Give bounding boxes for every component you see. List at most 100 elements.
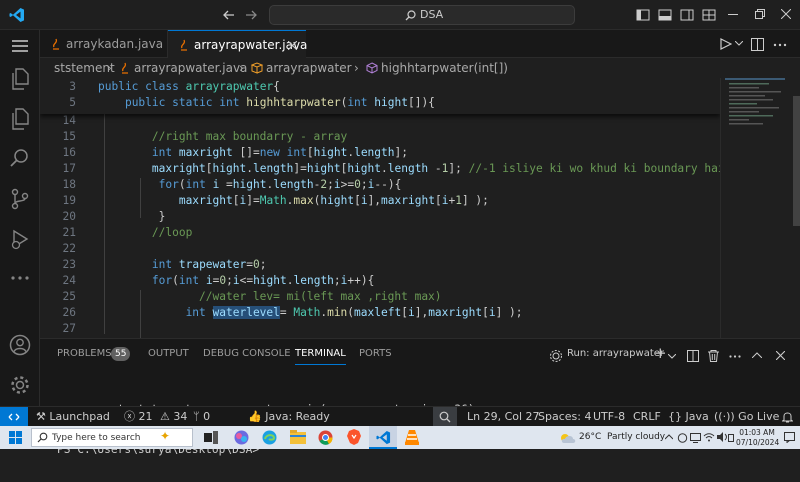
more-actions-icon[interactable] bbox=[773, 43, 787, 47]
panel-more-icon[interactable] bbox=[729, 355, 741, 358]
code-line[interactable]: //water lev= mi(left max ,right max) bbox=[98, 290, 441, 303]
indent-guide bbox=[140, 178, 141, 218]
close-panel-icon[interactable] bbox=[776, 351, 785, 360]
brave-browser-icon[interactable] bbox=[347, 429, 361, 445]
run-java-icon[interactable] bbox=[720, 38, 732, 50]
task-view-icon[interactable] bbox=[204, 431, 218, 444]
breadcrumb-folder[interactable]: ststement bbox=[54, 58, 115, 78]
manage-gear-icon[interactable] bbox=[9, 374, 31, 396]
code-line[interactable]: for(int i=0;i<=hight.length;i++){ bbox=[98, 274, 374, 287]
terminal-options-chevron-icon[interactable] bbox=[668, 354, 676, 360]
minimize-window-icon[interactable] bbox=[728, 14, 738, 16]
copilot-app-icon[interactable] bbox=[234, 430, 249, 445]
clock-date[interactable]: 07/10/2024 bbox=[736, 438, 779, 447]
explorer-icon[interactable] bbox=[10, 68, 30, 90]
back-arrow-icon[interactable] bbox=[222, 8, 236, 22]
remote-icon bbox=[8, 412, 20, 422]
onedrive-icon[interactable] bbox=[677, 433, 688, 443]
code-line[interactable]: int trapewater=0; bbox=[98, 258, 267, 271]
weather-label[interactable]: 26°C Partly cloudy bbox=[579, 432, 665, 442]
go-live-item[interactable]: ((·)) Go Live bbox=[714, 407, 779, 427]
minimap[interactable] bbox=[720, 78, 800, 338]
close-tab-icon[interactable] bbox=[288, 41, 297, 50]
tab-terminal[interactable]: TERMINAL bbox=[295, 339, 346, 365]
forward-arrow-icon[interactable] bbox=[244, 8, 258, 22]
maximize-panel-chevron-icon[interactable] bbox=[752, 352, 762, 358]
broadcast-icon: ᛘ bbox=[193, 410, 200, 423]
indentation[interactable]: Spaces: 4 bbox=[538, 407, 591, 427]
java-status-item[interactable]: 👍 Java: Ready bbox=[248, 407, 330, 427]
breadcrumb-file[interactable]: arrayrapwater.java bbox=[134, 58, 247, 78]
code-line[interactable]: maxright[i]=Math.max(hight[i],maxright[i… bbox=[98, 194, 489, 207]
windows-start-icon[interactable] bbox=[9, 431, 22, 444]
vlc-player-icon[interactable] bbox=[405, 430, 419, 445]
problems-status-item[interactable]: ⓧ 21 ⚠ 34 bbox=[124, 407, 187, 427]
run-options-chevron-icon[interactable] bbox=[735, 41, 743, 47]
code-line[interactable]: //loop bbox=[98, 226, 192, 239]
new-terminal-icon[interactable]: + bbox=[654, 344, 667, 362]
toggle-panel-icon[interactable] bbox=[658, 8, 672, 22]
breadcrumb-class[interactable]: arrayrapwater bbox=[266, 58, 352, 78]
file-explorer-icon[interactable] bbox=[290, 430, 306, 444]
notifications-bell-icon[interactable] bbox=[782, 411, 793, 423]
line-number: 15 bbox=[62, 130, 76, 143]
zoom-search-item[interactable] bbox=[433, 407, 457, 427]
battery-icon[interactable] bbox=[728, 434, 734, 442]
tab-label: arraykadan.java bbox=[66, 37, 164, 51]
tab-arraykadan[interactable]: arraykadan.java bbox=[40, 30, 168, 58]
notification-center-icon[interactable] bbox=[784, 432, 795, 443]
toggle-primary-sidebar-icon[interactable] bbox=[636, 8, 650, 22]
editor-tabs: arraykadan.java arrayrapwater.java bbox=[40, 30, 800, 59]
rocket-icon: ⚒ bbox=[36, 410, 46, 423]
vscode-taskbar-item[interactable] bbox=[369, 426, 397, 449]
encoding[interactable]: UTF-8 bbox=[593, 407, 625, 427]
menu-icon[interactable] bbox=[12, 39, 28, 53]
info-status-item[interactable]: ᛘ 0 bbox=[193, 407, 210, 427]
run-terminal-label[interactable]: Run: arrayrapwater bbox=[567, 348, 664, 359]
code-line[interactable]: int waterlevel= Math.min(maxleft[i],maxr… bbox=[98, 306, 523, 319]
vscode-logo-icon[interactable] bbox=[9, 7, 25, 23]
close-window-icon[interactable] bbox=[781, 9, 791, 19]
weather-cloud-icon bbox=[560, 432, 576, 443]
kill-terminal-trash-icon[interactable] bbox=[708, 350, 719, 362]
split-terminal-icon[interactable] bbox=[687, 350, 699, 362]
taskbar-search-box[interactable]: Type here to search ✦ bbox=[31, 428, 193, 447]
language-mode[interactable]: {} Java bbox=[668, 407, 709, 427]
show-hidden-icons-chevron-icon[interactable] bbox=[665, 434, 673, 440]
accounts-icon[interactable] bbox=[9, 334, 31, 356]
breadcrumb-method[interactable]: highhtarpwater(int[]) bbox=[381, 58, 508, 78]
warning-count: 34 bbox=[173, 410, 188, 423]
tab-ports[interactable]: PORTS bbox=[359, 339, 392, 369]
remote-indicator[interactable] bbox=[0, 407, 28, 427]
chrome-browser-icon[interactable] bbox=[318, 430, 333, 445]
network-icon[interactable] bbox=[690, 433, 701, 443]
more-views-icon[interactable] bbox=[10, 275, 30, 281]
wifi-icon[interactable] bbox=[703, 432, 715, 442]
code-line[interactable]: //right max boundarry - array bbox=[98, 130, 347, 143]
tab-debug-console[interactable]: DEBUG CONSOLE bbox=[203, 339, 291, 369]
tab-problems[interactable]: PROBLEMS bbox=[57, 339, 112, 369]
split-editor-icon[interactable] bbox=[751, 38, 764, 51]
code-line[interactable]: maxright[hight.length]=hight[hight.lengt… bbox=[98, 162, 720, 175]
code-line[interactable]: } bbox=[98, 210, 166, 223]
source-control-icon[interactable] bbox=[10, 188, 30, 210]
code-editor[interactable]: 3 public class arrayrapwater{ 5 public s… bbox=[40, 78, 720, 338]
cursor-position[interactable]: Ln 29, Col 27 bbox=[467, 407, 540, 427]
code-line[interactable]: int maxright []=new int[hight.length]; bbox=[98, 146, 408, 159]
edge-browser-icon[interactable] bbox=[262, 430, 277, 445]
explorer-copy-icon[interactable] bbox=[10, 108, 30, 130]
code-line[interactable]: for(int i =hight.length-2;i>=0;i--){ bbox=[98, 178, 402, 191]
search-view-icon[interactable] bbox=[10, 148, 30, 168]
launchpad-item[interactable]: ⚒ Launchpad bbox=[36, 407, 110, 427]
clock-time[interactable]: 01:03 AM bbox=[736, 428, 778, 437]
line-number: 19 bbox=[62, 194, 76, 207]
command-center-search[interactable]: DSA bbox=[269, 5, 575, 25]
end-of-line[interactable]: CRLF bbox=[633, 407, 661, 427]
restore-window-icon[interactable] bbox=[755, 9, 765, 19]
tab-output[interactable]: OUTPUT bbox=[148, 339, 189, 369]
toggle-secondary-sidebar-icon[interactable] bbox=[680, 8, 694, 22]
run-debug-icon[interactable] bbox=[10, 228, 30, 250]
minimap-scrollbar[interactable] bbox=[793, 96, 800, 226]
tab-arrayrapwater[interactable]: arrayrapwater.java bbox=[168, 30, 307, 59]
customize-layout-icon[interactable] bbox=[702, 8, 716, 22]
